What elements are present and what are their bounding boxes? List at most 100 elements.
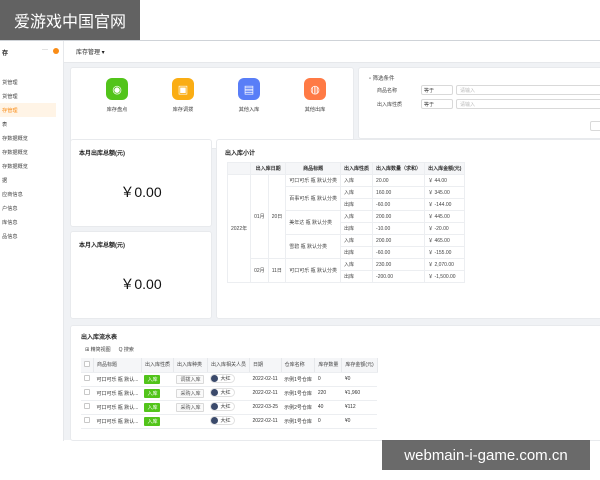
sidebar-item[interactable]: 存管理 <box>0 103 56 117</box>
flow-header-cell[interactable]: 商品标题 <box>93 358 142 373</box>
flow-table-title: 出入库流水表 <box>81 335 118 341</box>
checkbox-icon[interactable] <box>84 417 90 423</box>
filter-submit-button[interactable] <box>590 121 600 131</box>
checkbox-icon[interactable] <box>84 389 90 395</box>
person-cell: 大红 <box>207 414 250 429</box>
row-checkbox[interactable] <box>81 372 94 387</box>
pivot-amount-cell: ￥ 44.00 <box>424 174 466 187</box>
user-name: 大红 <box>220 404 231 410</box>
flow-header-cell[interactable]: 出入库种类 <box>173 358 208 373</box>
amount-cell: ¥0 <box>341 372 378 387</box>
pivot-amount-cell: ￥ -20.00 <box>424 222 466 235</box>
pivot-header-cell <box>226 162 252 175</box>
pivot-card: 出入库小计 出入库日期 商品标题 出入库性质 出入库数量（求和） 出入库金额(元) 202… <box>216 139 600 319</box>
flow-header-cell[interactable]: 仓库名称 <box>281 358 316 373</box>
row-checkbox[interactable] <box>81 400 94 415</box>
checkbox-icon[interactable] <box>84 403 90 409</box>
avatar <box>211 375 219 382</box>
settings-icon[interactable] <box>53 48 59 54</box>
row-checkbox[interactable] <box>81 386 94 401</box>
pivot-nature-cell: 入库 <box>340 258 374 271</box>
status-badge: 入库 <box>144 374 161 384</box>
filter-operator-select[interactable]: 等于 <box>421 85 453 95</box>
pivot-nature-cell: 出库 <box>340 246 374 259</box>
person-cell: 大红 <box>207 386 250 401</box>
table-row[interactable]: 可口可乐 瓶 默认... 入库 调拨入库 大红 2022-02-11 示例1号仓库 0 ¥0 <box>81 372 378 387</box>
more-icon[interactable]: ··· <box>42 47 48 53</box>
quick-action-label: 库存调拨 <box>172 107 194 113</box>
user-name: 大红 <box>220 390 231 396</box>
flow-table: 商品标题 出入库性质 出入库种类 出入库相关人员 日期 仓库名称 库存数量 库存金额(元) 可口… <box>81 358 378 429</box>
page-header: 库存管理 ▾ <box>64 41 600 63</box>
page-title[interactable]: 库存管理 ▾ <box>76 47 105 56</box>
sidebar-item[interactable]: 表 <box>0 117 63 131</box>
flow-header-cell[interactable]: 库存数量 <box>314 358 343 373</box>
pivot-amount-cell: ￥ 445.00 <box>424 210 466 223</box>
sidebar-item[interactable]: 品信息 <box>0 229 63 243</box>
table-row[interactable]: 可口可乐 瓶 默认... 入库 大红 2022-02-11 示例1号仓库 0 ¥0 <box>81 414 378 429</box>
filter-value-input[interactable]: 请输入 <box>456 85 600 95</box>
compact-view-button[interactable]: ⊞ 精简视图 <box>85 346 111 353</box>
sidebar-item[interactable]: 货管理 <box>0 89 63 103</box>
pivot-amount-cell: ￥ -155.00 <box>424 246 466 259</box>
pivot-qty-cell: 20.00 <box>372 174 426 187</box>
sidebar-item[interactable]: 存数据概览 <box>0 159 63 173</box>
table-row[interactable]: 可口可乐 瓶 默认... 入库 采购入库 大红 2022-02-11 示例1号仓库 220 ¥… <box>81 386 378 401</box>
filter-title: ▫ 筛选条件 <box>369 76 395 82</box>
flow-header-cell[interactable]: 出入库相关人员 <box>207 358 251 373</box>
filter-row-product: 商品名称 等于 请输入 <box>371 84 600 96</box>
stat-card-inbound: 本月入库总额(元) ￥0.00 <box>70 231 212 319</box>
sidebar-item[interactable]: 存数据概览 <box>0 145 63 159</box>
flow-header-cell[interactable]: 出入库性质 <box>141 358 174 373</box>
select-all-checkbox[interactable] <box>81 358 94 373</box>
quick-action-label: 其他入库 <box>238 107 260 113</box>
avatar <box>211 389 219 396</box>
pivot-amount-cell: ￥ -144.00 <box>424 198 466 211</box>
table-row[interactable]: 可口可乐 瓶 默认... 入库 采购入库 大红 2022-03-25 示例2号仓库 40 ¥1… <box>81 400 378 415</box>
person-cell: 大红 <box>207 372 250 387</box>
pivot-product-cell: 可口可乐 瓶 默认分类 <box>285 174 342 187</box>
sidebar-item[interactable]: 存数据概览 <box>0 131 63 145</box>
sidebar-item[interactable]: 应商信息 <box>0 187 63 201</box>
sidebar-item[interactable]: 货管理 <box>0 75 63 89</box>
pivot-qty-cell: -60.00 <box>372 246 426 259</box>
inbound-box-icon: ▤ <box>238 78 260 100</box>
pivot-qty-cell: 160.00 <box>372 186 426 199</box>
person-cell: 大红 <box>207 400 250 415</box>
flow-header-cell[interactable]: 日期 <box>249 358 282 373</box>
kind-tag: 采购入库 <box>176 402 205 412</box>
pivot-qty-cell: 200.00 <box>372 210 426 223</box>
user-name: 大红 <box>220 376 231 382</box>
user-chip: 大红 <box>210 388 235 397</box>
search-button[interactable]: Q 搜索 <box>119 346 134 353</box>
sidebar-item[interactable]: 库信息 <box>0 215 63 229</box>
nature-cell: 入库 <box>141 386 174 401</box>
user-chip: 大红 <box>210 402 235 411</box>
truck-icon: ▣ <box>172 78 194 100</box>
flow-header-cell[interactable]: 库存金额(元) <box>341 358 378 373</box>
app-window: 存 ··· 货管理 货管理 存管理表存数据概览 存数据概览 存数据概览据应商信息 户信息库… <box>0 40 600 441</box>
sidebar-item[interactable]: 据 <box>0 173 63 187</box>
checkbox-icon[interactable] <box>84 360 90 367</box>
quick-action-button[interactable]: ▣ 库存调拨 <box>165 78 201 113</box>
quick-action-button[interactable]: ◉ 库存盘点 <box>99 78 135 113</box>
user-chip: 大红 <box>210 374 235 383</box>
date-cell: 2022-02-11 <box>249 386 282 401</box>
filter-operator-select[interactable]: 等于 <box>421 99 453 109</box>
sidebar-item[interactable]: 户信息 <box>0 201 63 215</box>
checkbox-icon[interactable] <box>84 375 90 381</box>
qty-cell: 220 <box>314 386 342 401</box>
quick-action-button[interactable]: ◍ 其他出库 <box>297 78 333 113</box>
pivot-qty-cell: 230.00 <box>372 258 426 271</box>
kind-cell: 采购入库 <box>173 400 208 415</box>
filter-value-input[interactable]: 请输入 <box>456 99 600 109</box>
flow-table-card: 出入库流水表 ⊞ 精简视图 Q 搜索 商品标题 出入库性质 出入库种类 出入库相关人员… <box>70 325 600 441</box>
quick-action-label: 库存盘点 <box>106 107 128 113</box>
date-cell: 2022-02-11 <box>249 372 282 387</box>
filter-field-name: 出入库性质 <box>377 101 403 108</box>
quick-action-button[interactable]: ▤ 其他入库 <box>231 78 267 113</box>
warehouse-cell: 示例1号仓库 <box>281 414 315 429</box>
pivot-qty-cell: -10.00 <box>372 222 426 235</box>
row-checkbox[interactable] <box>81 414 94 429</box>
stat-value: ￥0.00 <box>120 184 162 200</box>
